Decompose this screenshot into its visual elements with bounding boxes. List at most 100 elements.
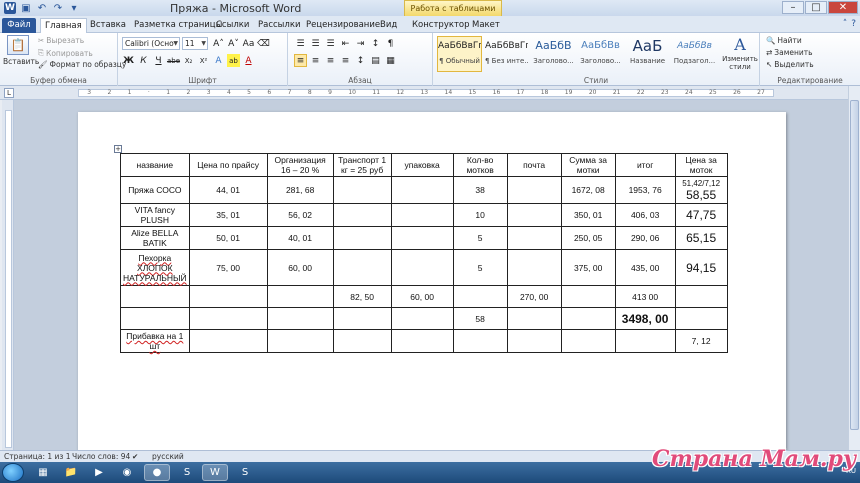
media-icon[interactable]: ▶ bbox=[86, 464, 112, 481]
table-cell[interactable]: 44, 01 bbox=[188, 176, 268, 204]
table-cell[interactable]: 7, 12 bbox=[674, 329, 728, 353]
browser-icon[interactable]: ◉ bbox=[114, 464, 140, 481]
table-cell[interactable] bbox=[452, 329, 508, 353]
table-cell[interactable] bbox=[506, 249, 562, 286]
save-icon[interactable]: ▣ bbox=[20, 2, 32, 14]
table-cell[interactable] bbox=[120, 307, 190, 330]
tab-view[interactable]: Вид bbox=[376, 18, 401, 33]
yarn-price-table[interactable]: название Цена по прайсу Организация 16 – 2… bbox=[120, 153, 728, 353]
tab-file[interactable]: Файл bbox=[2, 18, 36, 33]
change-styles-button[interactable]: A Изменить стили bbox=[722, 35, 758, 71]
table-cell[interactable]: Пехорка ХЛОПОК НАТУРАЛЬНЫЙ bbox=[120, 249, 190, 286]
table-header-cell[interactable]: Транспорт 1 кг = 25 руб bbox=[332, 153, 392, 177]
table-cell[interactable]: Пряжа СОСО bbox=[120, 176, 190, 204]
clear-formatting-button[interactable]: ⌫ bbox=[257, 37, 270, 50]
table-header-cell[interactable]: почта bbox=[506, 153, 562, 177]
tab-references[interactable]: Ссылки bbox=[212, 18, 253, 33]
style-title[interactable]: АаБ Название bbox=[625, 36, 670, 72]
proofing-icon[interactable]: ✔ bbox=[132, 452, 138, 461]
opera-icon[interactable]: ● bbox=[144, 464, 170, 481]
tab-insert[interactable]: Вставка bbox=[86, 18, 130, 33]
table-cell[interactable] bbox=[674, 307, 728, 330]
style-normal[interactable]: АаБбВвГг, ¶ Обычный bbox=[437, 36, 482, 72]
vertical-scrollbar[interactable] bbox=[848, 86, 860, 450]
show-marks-button[interactable]: ¶ bbox=[384, 37, 397, 50]
table-cell[interactable]: 35, 01 bbox=[188, 203, 268, 227]
tab-review[interactable]: Рецензирование bbox=[302, 18, 384, 33]
tab-mailings[interactable]: Рассылки bbox=[254, 18, 304, 33]
tab-design[interactable]: Конструктор bbox=[408, 18, 474, 33]
table-cell[interactable]: 60, 00 bbox=[266, 249, 334, 286]
word-count[interactable]: Число слов: 94 bbox=[72, 452, 130, 461]
table-cell[interactable]: 47,75 bbox=[674, 203, 728, 227]
language-indicator[interactable]: русский bbox=[152, 452, 184, 461]
table-cell[interactable]: 82, 50 bbox=[332, 285, 392, 308]
table-header-cell[interactable]: Сумма за мотки bbox=[560, 153, 616, 177]
table-cell[interactable]: 10 bbox=[452, 203, 508, 227]
format-painter-button[interactable]: 🖌 Формат по образцу bbox=[38, 60, 126, 69]
decrease-indent-button[interactable]: ⇤ bbox=[339, 37, 352, 50]
table-cell[interactable]: 413 00 bbox=[614, 285, 676, 308]
sort-button[interactable]: ↕ bbox=[369, 37, 382, 50]
align-right-button[interactable]: ≡ bbox=[324, 54, 337, 67]
word-taskbar-icon[interactable]: W bbox=[202, 464, 228, 481]
table-cell[interactable]: 75, 00 bbox=[188, 249, 268, 286]
tab-layout[interactable]: Макет bbox=[468, 18, 504, 33]
table-header-cell[interactable]: итог bbox=[614, 153, 676, 177]
table-cell[interactable] bbox=[560, 329, 616, 353]
table-cell[interactable] bbox=[332, 307, 392, 330]
select-button[interactable]: ↖ Выделить bbox=[766, 60, 814, 69]
table-header-cell[interactable]: упаковка bbox=[390, 153, 454, 177]
table-cell[interactable]: 1953, 76 bbox=[614, 176, 676, 204]
table-cell[interactable]: Alize BELLA BATIK bbox=[120, 226, 190, 250]
table-cell[interactable]: 435, 00 bbox=[614, 249, 676, 286]
table-cell[interactable]: 406, 03 bbox=[614, 203, 676, 227]
table-cell[interactable] bbox=[506, 329, 562, 353]
table-cell[interactable]: 281, 68 bbox=[266, 176, 334, 204]
minimize-button[interactable]: – bbox=[782, 1, 804, 14]
table-cell[interactable] bbox=[674, 285, 728, 308]
table-cell[interactable] bbox=[188, 285, 268, 308]
table-cell[interactable] bbox=[332, 329, 392, 353]
close-button[interactable]: ✕ bbox=[828, 1, 858, 14]
font-color-button[interactable]: A bbox=[242, 54, 255, 67]
start-button[interactable] bbox=[2, 463, 24, 482]
table-cell[interactable] bbox=[560, 285, 616, 308]
table-header-cell[interactable]: Цена за моток bbox=[674, 153, 728, 177]
table-cell[interactable] bbox=[560, 307, 616, 330]
borders-button[interactable]: ▦ bbox=[384, 54, 397, 67]
table-cell[interactable] bbox=[390, 176, 454, 204]
table-header-cell[interactable]: Организация 16 – 20 % bbox=[266, 153, 334, 177]
change-case-button[interactable]: Aa bbox=[242, 37, 255, 50]
style-no-spacing[interactable]: АаБбВвГг, ¶ Без инте... bbox=[484, 36, 529, 72]
table-header-cell[interactable]: Цена по прайсу bbox=[188, 153, 268, 177]
paste-button[interactable]: 📋 Вставить bbox=[3, 35, 39, 66]
table-cell[interactable] bbox=[266, 307, 334, 330]
table-cell[interactable] bbox=[188, 329, 268, 353]
table-cell[interactable]: 38 bbox=[452, 176, 508, 204]
table-cell[interactable]: 1672, 08 bbox=[560, 176, 616, 204]
increase-indent-button[interactable]: ⇥ bbox=[354, 37, 367, 50]
table-header-cell[interactable]: Кол-во мотков bbox=[452, 153, 508, 177]
maximize-button[interactable]: □ bbox=[805, 1, 827, 14]
find-button[interactable]: 🔍 Найти bbox=[766, 36, 802, 45]
skype-icon[interactable]: S bbox=[174, 464, 200, 481]
style-subtitle[interactable]: АаБбВв Подзагол... bbox=[672, 36, 717, 72]
word-logo-icon[interactable]: W bbox=[4, 2, 16, 14]
font-size-select[interactable]: 11 ▼ bbox=[182, 37, 208, 50]
table-cell[interactable]: 65,15 bbox=[674, 226, 728, 250]
table-move-handle-icon[interactable]: + bbox=[114, 145, 122, 153]
shading-button[interactable]: ▤ bbox=[369, 54, 382, 67]
help-icon[interactable]: ? bbox=[851, 19, 856, 29]
table-cell[interactable] bbox=[332, 249, 392, 286]
strikethrough-button[interactable]: abe bbox=[167, 54, 180, 67]
shrink-font-button[interactable]: A˅ bbox=[227, 37, 240, 50]
table-cell[interactable] bbox=[506, 226, 562, 250]
table-cell[interactable]: 5 bbox=[452, 249, 508, 286]
undo-icon[interactable]: ↶ bbox=[36, 2, 48, 14]
table-cell[interactable] bbox=[188, 307, 268, 330]
table-cell[interactable] bbox=[266, 285, 334, 308]
font-family-select[interactable]: Calibri (Осно ▼ bbox=[122, 37, 180, 50]
italic-button[interactable]: К bbox=[137, 54, 150, 67]
line-spacing-button[interactable]: ↕ bbox=[354, 54, 367, 67]
